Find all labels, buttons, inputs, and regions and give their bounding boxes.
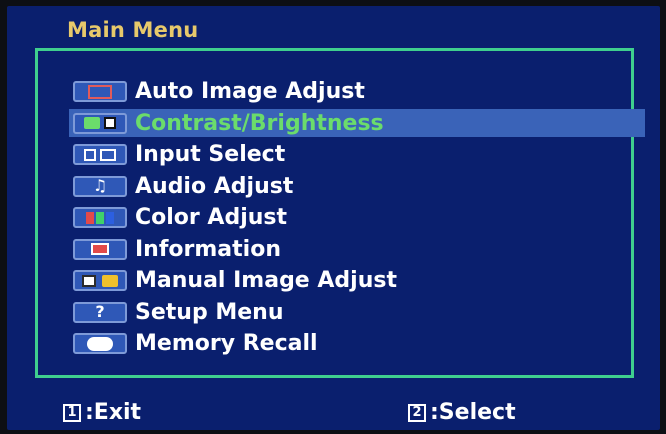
main-menu-list: Auto Image Adjust Contrast/Brightness In… (69, 76, 653, 360)
information-icon (73, 238, 127, 260)
menu-item-label: Memory Recall (135, 331, 318, 357)
menu-item-label: Input Select (135, 142, 286, 168)
key-1-icon: 1 (63, 404, 81, 422)
key-2-icon: 2 (408, 404, 426, 422)
menu-item-manual-image-adjust[interactable]: Manual Image Adjust (73, 265, 653, 297)
audio-adjust-icon: ♫ (73, 175, 127, 197)
menu-item-label: Color Adjust (135, 205, 288, 231)
input-select-icon (73, 144, 127, 166)
auto-image-adjust-icon (73, 81, 127, 103)
menu-title: Main Menu (67, 18, 199, 42)
menu-item-label: Manual Image Adjust (135, 268, 397, 294)
menu-item-label: Information (135, 236, 281, 262)
menu-item-label: Contrast/Brightness (135, 110, 384, 136)
menu-item-audio-adjust[interactable]: ♫ Audio Adjust (73, 171, 653, 203)
contrast-brightness-icon (73, 112, 127, 134)
menu-item-input-select[interactable]: Input Select (73, 139, 653, 171)
setup-menu-icon: ? (73, 301, 127, 323)
memory-recall-icon (73, 333, 127, 355)
menu-item-memory-recall[interactable]: Memory Recall (73, 328, 653, 360)
menu-item-label: Audio Adjust (135, 173, 294, 199)
osd-screen: Main Menu Auto Image Adjust Contrast/Bri… (7, 6, 660, 430)
menu-item-label: Auto Image Adjust (135, 79, 365, 105)
menu-item-color-adjust[interactable]: Color Adjust (73, 202, 653, 234)
select-label: :Select (430, 400, 516, 425)
menu-item-label: Setup Menu (135, 299, 284, 325)
select-hint[interactable]: 2:Select (408, 400, 516, 425)
menu-item-information[interactable]: Information (73, 234, 653, 266)
osd-footer: 1:Exit 2:Select (63, 400, 623, 428)
exit-label: :Exit (85, 400, 142, 425)
exit-hint[interactable]: 1:Exit (63, 400, 141, 425)
color-adjust-icon (73, 207, 127, 229)
menu-item-contrast-brightness[interactable]: Contrast/Brightness (69, 108, 653, 140)
menu-item-setup-menu[interactable]: ? Setup Menu (73, 297, 653, 329)
menu-item-auto-image-adjust[interactable]: Auto Image Adjust (73, 76, 653, 108)
manual-image-adjust-icon (73, 270, 127, 292)
